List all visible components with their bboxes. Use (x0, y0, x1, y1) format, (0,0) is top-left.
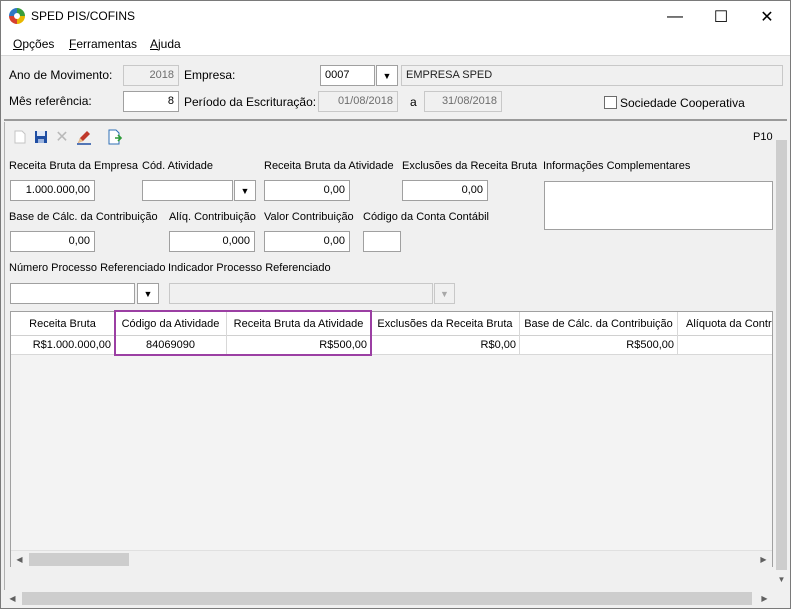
delete-icon[interactable]: ✕ (53, 128, 71, 146)
receita-empresa-label: Receita Bruta da Empresa (9, 160, 139, 172)
cod-atividade-label: Cód. Atividade (142, 160, 213, 172)
cooperativa-checkbox[interactable] (604, 96, 617, 109)
mes-label: Mês referência: (9, 94, 92, 108)
chevron-down-icon: ▼ (240, 185, 250, 196)
main-window: SPED PIS/COFINS — ☐ ✕ Opções Ferramentas… (0, 0, 791, 609)
conta-contabil-field[interactable] (363, 231, 401, 252)
title-bar: SPED PIS/COFINS — ☐ ✕ (1, 1, 790, 32)
table-cell[interactable]: R$0,00 (371, 336, 520, 355)
ano-field[interactable]: 2018 (123, 65, 179, 86)
table-cell[interactable]: R$500,00 (520, 336, 678, 355)
processo-field[interactable] (10, 283, 135, 304)
aliquota-label: Alíq. Contribuição (169, 211, 256, 223)
periodo-fim-field[interactable]: 31/08/2018 (424, 91, 502, 112)
scroll-right-icon[interactable]: ▶ (755, 551, 772, 568)
close-button[interactable]: ✕ (744, 1, 790, 32)
scroll-down-icon[interactable]: ▼ (773, 571, 790, 588)
column-header[interactable]: Base de Cálc. da Contribuição (520, 312, 678, 336)
grid-horizontal-scrollbar[interactable]: ◀ ▶ (11, 550, 772, 567)
menu-ferramentas[interactable]: Ferramentas (69, 37, 137, 51)
base-calculo-field[interactable]: 0,00 (10, 231, 95, 252)
header-separator (4, 119, 787, 121)
scroll-thumb[interactable] (29, 553, 129, 566)
edit-pencil-icon[interactable] (75, 128, 93, 146)
table-cell[interactable] (678, 336, 772, 355)
processo-dropdown-button[interactable]: ▼ (137, 283, 159, 304)
processo-label: Número Processo Referenciado (9, 262, 166, 274)
chevron-down-icon: ▼ (143, 288, 153, 299)
periodo-label: Período da Escrituração: (184, 95, 317, 109)
app-logo-icon (9, 8, 25, 24)
column-header[interactable]: Exclusões da Receita Bruta (371, 312, 520, 336)
indicador-dropdown-button[interactable]: ▼ (434, 283, 455, 304)
valor-contribuicao-field[interactable]: 0,00 (264, 231, 350, 252)
window-horizontal-scrollbar[interactable]: ◀ ▶ (4, 590, 790, 607)
page-indicator: P10 (753, 131, 773, 143)
aliquota-field[interactable]: 0,000 (169, 231, 255, 252)
scroll-thumb[interactable] (776, 140, 787, 570)
receita-atividade-field[interactable]: 0,00 (264, 180, 350, 201)
empresa-dropdown-button[interactable]: ▼ (376, 65, 398, 86)
indicador-label: Indicador Processo Referenciado (168, 262, 331, 274)
panel-vertical-scrollbar[interactable]: ▼ (773, 122, 790, 588)
scroll-left-icon[interactable]: ◀ (11, 551, 28, 568)
info-complementares-label: Informações Complementares (543, 160, 691, 172)
cod-atividade-dropdown-button[interactable]: ▼ (234, 180, 256, 201)
exclusoes-label: Exclusões da Receita Bruta (402, 160, 538, 172)
info-complementares-textarea[interactable] (544, 181, 773, 230)
empresa-code-field[interactable]: 0007 (320, 65, 375, 86)
chevron-down-icon: ▼ (382, 70, 392, 81)
indicador-field[interactable] (169, 283, 433, 304)
maximize-button[interactable]: ☐ (698, 1, 744, 32)
periodo-separator: a (410, 95, 417, 109)
chevron-down-icon: ▼ (440, 288, 449, 299)
window-title: SPED PIS/COFINS (31, 9, 136, 23)
highlight-box (114, 310, 372, 356)
export-document-icon[interactable] (106, 128, 124, 146)
receita-empresa-field[interactable]: 1.000.000,00 (10, 180, 95, 201)
periodo-inicio-field[interactable]: 01/08/2018 (318, 91, 398, 112)
ano-label: Ano de Movimento: (9, 68, 113, 82)
exclusoes-field[interactable]: 0,00 (402, 180, 488, 201)
conta-contabil-label: Código da Conta Contábil (363, 211, 489, 223)
receita-atividade-label: Receita Bruta da Atividade (264, 160, 394, 172)
menu-opcoes[interactable]: Opções (13, 37, 54, 51)
empresa-label: Empresa: (184, 68, 236, 82)
scroll-right-icon[interactable]: ▶ (756, 590, 773, 607)
table-cell[interactable]: R$1.000.000,00 (11, 336, 115, 355)
scroll-thumb[interactable] (22, 592, 752, 605)
new-document-icon[interactable] (11, 128, 29, 146)
column-header[interactable]: Alíquota da Contr (678, 312, 772, 336)
mes-field[interactable]: 8 (123, 91, 179, 112)
save-icon[interactable] (32, 128, 50, 146)
column-header[interactable]: Receita Bruta (11, 312, 115, 336)
scroll-left-icon[interactable]: ◀ (4, 590, 21, 607)
base-calculo-label: Base de Cálc. da Contribuição (9, 211, 158, 223)
minimize-button[interactable]: — (652, 1, 698, 32)
empresa-name-field: EMPRESA SPED (401, 65, 783, 86)
cooperativa-label: Sociedade Cooperativa (620, 96, 745, 110)
menu-bar: Opções Ferramentas Ajuda (1, 32, 790, 56)
cod-atividade-field[interactable] (142, 180, 233, 201)
valor-contribuicao-label: Valor Contribuição (264, 211, 354, 223)
menu-ajuda[interactable]: Ajuda (150, 37, 181, 51)
